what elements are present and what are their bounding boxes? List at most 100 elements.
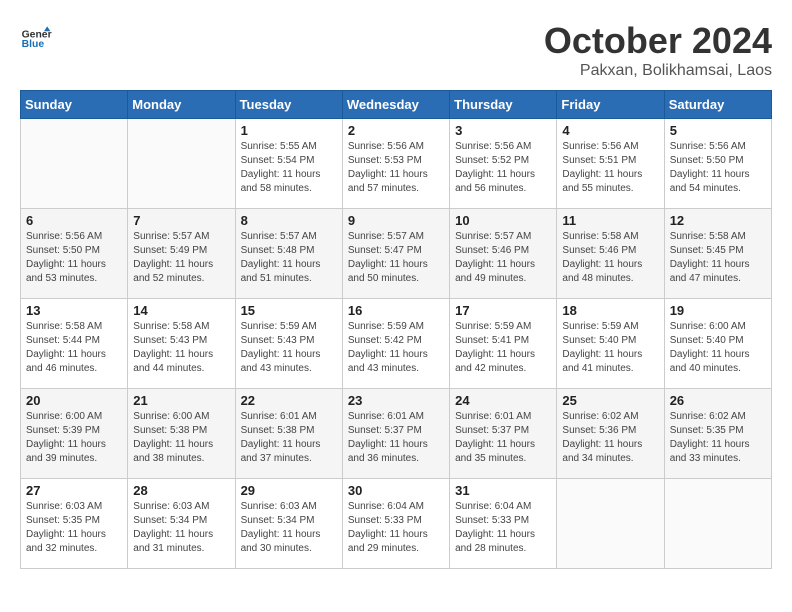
table-row: 7 Sunrise: 5:57 AM Sunset: 5:49 PM Daylig… — [128, 209, 235, 299]
col-saturday: Saturday — [664, 91, 771, 119]
table-row: 26Sunrise: 6:02 AM Sunset: 5:35 PM Dayli… — [664, 389, 771, 479]
day-number: 26 — [670, 393, 766, 408]
table-row: 30Sunrise: 6:04 AM Sunset: 5:33 PM Dayli… — [342, 479, 449, 569]
day-number: 5 — [670, 123, 766, 138]
table-row: 29Sunrise: 6:03 AM Sunset: 5:34 PM Dayli… — [235, 479, 342, 569]
svg-text:Blue: Blue — [22, 39, 45, 50]
day-info: Sunrise: 5:56 AM Sunset: 5:50 PM Dayligh… — [26, 230, 122, 286]
table-row: 21 Sunrise: 6:00 AM Sunset: 5:38 PM Dayli… — [128, 389, 235, 479]
calendar-location: Pakxan, Bolikhamsai, Laos — [544, 62, 772, 80]
logo-icon: General Blue — [20, 20, 52, 52]
day-number: 8 — [241, 213, 337, 228]
table-row: 12Sunrise: 5:58 AM Sunset: 5:45 PM Dayli… — [664, 209, 771, 299]
day-info: Sunrise: 6:04 AM Sunset: 5:33 PM Dayligh… — [348, 500, 444, 556]
table-row: 14 Sunrise: 5:58 AM Sunset: 5:43 PM Dayli… — [128, 299, 235, 389]
table-row — [21, 119, 128, 209]
day-number: 17 — [455, 303, 551, 318]
table-row: 17 Sunrise: 5:59 AM Sunset: 5:41 PM Dayli… — [450, 299, 557, 389]
day-info: Sunrise: 6:03 AM Sunset: 5:35 PM Dayligh… — [26, 500, 122, 556]
table-row: 24Sunrise: 6:01 AM Sunset: 5:37 PM Dayli… — [450, 389, 557, 479]
calendar-week-1: 1Sunrise: 5:55 AM Sunset: 5:54 PM Daylig… — [21, 119, 772, 209]
day-info: Sunrise: 6:03 AM Sunset: 5:34 PM Dayligh… — [133, 500, 229, 556]
table-row — [128, 119, 235, 209]
table-row: 10 Sunrise: 5:57 AM Sunset: 5:46 PM Dayli… — [450, 209, 557, 299]
day-number: 14 — [133, 303, 229, 318]
day-info: Sunrise: 5:57 AM Sunset: 5:46 PM Dayligh… — [455, 230, 551, 286]
day-info: Sunrise: 6:04 AM Sunset: 5:33 PM Dayligh… — [455, 500, 551, 556]
table-row: 6Sunrise: 5:56 AM Sunset: 5:50 PM Daylig… — [21, 209, 128, 299]
day-info: Sunrise: 6:01 AM Sunset: 5:38 PM Dayligh… — [241, 410, 337, 466]
day-info: Sunrise: 6:02 AM Sunset: 5:36 PM Dayligh… — [562, 410, 658, 466]
day-info: Sunrise: 5:59 AM Sunset: 5:42 PM Dayligh… — [348, 320, 444, 376]
day-number: 19 — [670, 303, 766, 318]
col-thursday: Thursday — [450, 91, 557, 119]
day-info: Sunrise: 5:58 AM Sunset: 5:43 PM Dayligh… — [133, 320, 229, 376]
table-row: 1Sunrise: 5:55 AM Sunset: 5:54 PM Daylig… — [235, 119, 342, 209]
day-number: 9 — [348, 213, 444, 228]
calendar-title: October 2024 — [544, 20, 772, 62]
day-number: 11 — [562, 213, 658, 228]
table-row: 5 Sunrise: 5:56 AM Sunset: 5:50 PM Daylig… — [664, 119, 771, 209]
day-info: Sunrise: 6:01 AM Sunset: 5:37 PM Dayligh… — [348, 410, 444, 466]
day-info: Sunrise: 5:58 AM Sunset: 5:46 PM Dayligh… — [562, 230, 658, 286]
day-info: Sunrise: 6:00 AM Sunset: 5:38 PM Dayligh… — [133, 410, 229, 466]
calendar-week-4: 20 Sunrise: 6:00 AM Sunset: 5:39 PM Dayli… — [21, 389, 772, 479]
day-info: Sunrise: 5:58 AM Sunset: 5:44 PM Dayligh… — [26, 320, 122, 376]
day-number: 21 — [133, 393, 229, 408]
day-info: Sunrise: 5:56 AM Sunset: 5:50 PM Dayligh… — [670, 140, 766, 196]
table-row: 27 Sunrise: 6:03 AM Sunset: 5:35 PM Dayli… — [21, 479, 128, 569]
calendar-week-5: 27 Sunrise: 6:03 AM Sunset: 5:35 PM Dayli… — [21, 479, 772, 569]
table-row: 16 Sunrise: 5:59 AM Sunset: 5:42 PM Dayli… — [342, 299, 449, 389]
day-info: Sunrise: 5:57 AM Sunset: 5:48 PM Dayligh… — [241, 230, 337, 286]
day-number: 3 — [455, 123, 551, 138]
day-info: Sunrise: 5:59 AM Sunset: 5:41 PM Dayligh… — [455, 320, 551, 376]
calendar-header-row: Sunday Monday Tuesday Wednesday Thursday… — [21, 91, 772, 119]
page-header: General Blue October 2024 Pakxan, Bolikh… — [20, 20, 772, 80]
col-tuesday: Tuesday — [235, 91, 342, 119]
day-number: 7 — [133, 213, 229, 228]
day-number: 29 — [241, 483, 337, 498]
col-friday: Friday — [557, 91, 664, 119]
day-number: 13 — [26, 303, 122, 318]
day-number: 20 — [26, 393, 122, 408]
day-info: Sunrise: 5:56 AM Sunset: 5:52 PM Dayligh… — [455, 140, 551, 196]
day-number: 28 — [133, 483, 229, 498]
table-row: 2 Sunrise: 5:56 AM Sunset: 5:53 PM Daylig… — [342, 119, 449, 209]
table-row: 8 Sunrise: 5:57 AM Sunset: 5:48 PM Daylig… — [235, 209, 342, 299]
table-row: 9 Sunrise: 5:57 AM Sunset: 5:47 PM Daylig… — [342, 209, 449, 299]
table-row — [664, 479, 771, 569]
day-info: Sunrise: 6:00 AM Sunset: 5:40 PM Dayligh… — [670, 320, 766, 376]
table-row: 25Sunrise: 6:02 AM Sunset: 5:36 PM Dayli… — [557, 389, 664, 479]
table-row: 28 Sunrise: 6:03 AM Sunset: 5:34 PM Dayli… — [128, 479, 235, 569]
day-number: 12 — [670, 213, 766, 228]
table-row: 22 Sunrise: 6:01 AM Sunset: 5:38 PM Dayli… — [235, 389, 342, 479]
table-row: 23Sunrise: 6:01 AM Sunset: 5:37 PM Dayli… — [342, 389, 449, 479]
logo: General Blue — [20, 20, 52, 52]
day-info: Sunrise: 6:01 AM Sunset: 5:37 PM Dayligh… — [455, 410, 551, 466]
calendar-week-3: 13 Sunrise: 5:58 AM Sunset: 5:44 PM Dayli… — [21, 299, 772, 389]
table-row: 18Sunrise: 5:59 AM Sunset: 5:40 PM Dayli… — [557, 299, 664, 389]
day-number: 2 — [348, 123, 444, 138]
day-number: 10 — [455, 213, 551, 228]
day-info: Sunrise: 5:57 AM Sunset: 5:49 PM Dayligh… — [133, 230, 229, 286]
day-number: 16 — [348, 303, 444, 318]
title-block: October 2024 Pakxan, Bolikhamsai, Laos — [544, 20, 772, 80]
calendar-week-2: 6Sunrise: 5:56 AM Sunset: 5:50 PM Daylig… — [21, 209, 772, 299]
day-info: Sunrise: 5:56 AM Sunset: 5:53 PM Dayligh… — [348, 140, 444, 196]
day-number: 27 — [26, 483, 122, 498]
calendar-table: Sunday Monday Tuesday Wednesday Thursday… — [20, 90, 772, 569]
table-row: 3 Sunrise: 5:56 AM Sunset: 5:52 PM Daylig… — [450, 119, 557, 209]
day-info: Sunrise: 5:59 AM Sunset: 5:40 PM Dayligh… — [562, 320, 658, 376]
day-number: 15 — [241, 303, 337, 318]
day-number: 22 — [241, 393, 337, 408]
col-monday: Monday — [128, 91, 235, 119]
day-info: Sunrise: 5:57 AM Sunset: 5:47 PM Dayligh… — [348, 230, 444, 286]
col-wednesday: Wednesday — [342, 91, 449, 119]
day-info: Sunrise: 5:56 AM Sunset: 5:51 PM Dayligh… — [562, 140, 658, 196]
col-sunday: Sunday — [21, 91, 128, 119]
day-number: 1 — [241, 123, 337, 138]
table-row: 11 Sunrise: 5:58 AM Sunset: 5:46 PM Dayli… — [557, 209, 664, 299]
day-info: Sunrise: 6:00 AM Sunset: 5:39 PM Dayligh… — [26, 410, 122, 466]
table-row: 13 Sunrise: 5:58 AM Sunset: 5:44 PM Dayli… — [21, 299, 128, 389]
day-info: Sunrise: 5:59 AM Sunset: 5:43 PM Dayligh… — [241, 320, 337, 376]
